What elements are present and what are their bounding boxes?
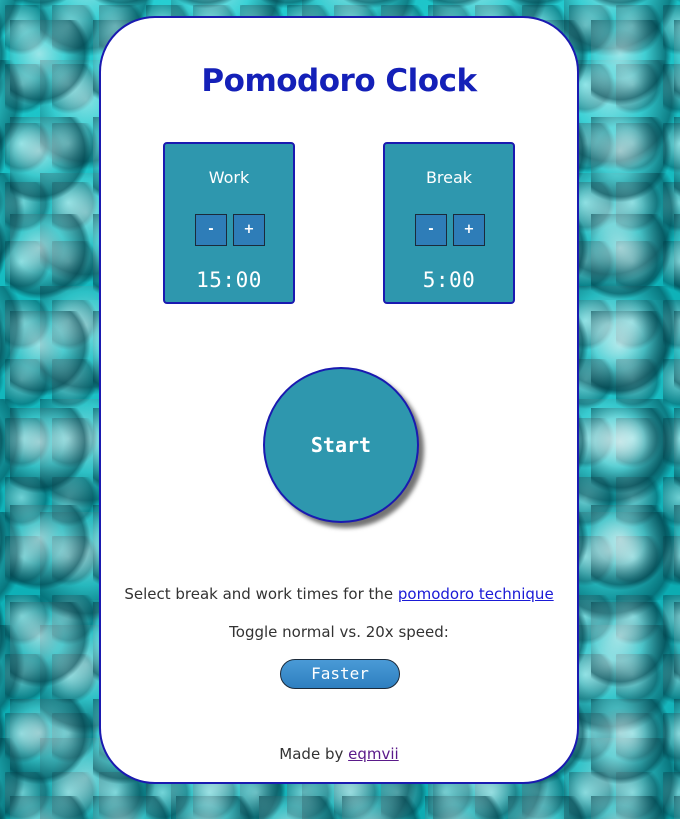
break-panel: Break - + 5:00 <box>383 142 515 304</box>
work-increase-button[interactable]: + <box>233 214 265 246</box>
break-decrease-button[interactable]: - <box>415 214 447 246</box>
start-button[interactable]: Start <box>263 367 419 523</box>
toggle-speed-text: Toggle normal vs. 20x speed: <box>229 623 449 641</box>
page-background: { "app": { "title": "Pomodoro Clock" }, … <box>0 0 680 819</box>
author-link[interactable]: eqmvii <box>348 745 399 763</box>
pomodoro-technique-link[interactable]: pomodoro technique <box>398 585 554 603</box>
select-text: Select break and work times for the <box>124 585 398 603</box>
select-instructions: Select break and work times for the pomo… <box>101 585 577 603</box>
made-by-text: Made by <box>279 745 349 763</box>
faster-button[interactable]: Faster <box>280 659 400 689</box>
work-label: Work <box>208 168 250 187</box>
work-time: 15:00 <box>196 268 262 292</box>
footer: Made by eqmvii <box>101 745 577 763</box>
break-increase-button[interactable]: + <box>453 214 485 246</box>
break-time: 5:00 <box>422 268 476 292</box>
pomodoro-card: Pomodoro Clock Work - + 15:00 Break - + … <box>99 16 579 784</box>
break-label: Break <box>425 168 473 187</box>
page-title: Pomodoro Clock <box>201 63 477 99</box>
work-panel: Work - + 15:00 <box>163 142 295 304</box>
work-decrease-button[interactable]: - <box>195 214 227 246</box>
